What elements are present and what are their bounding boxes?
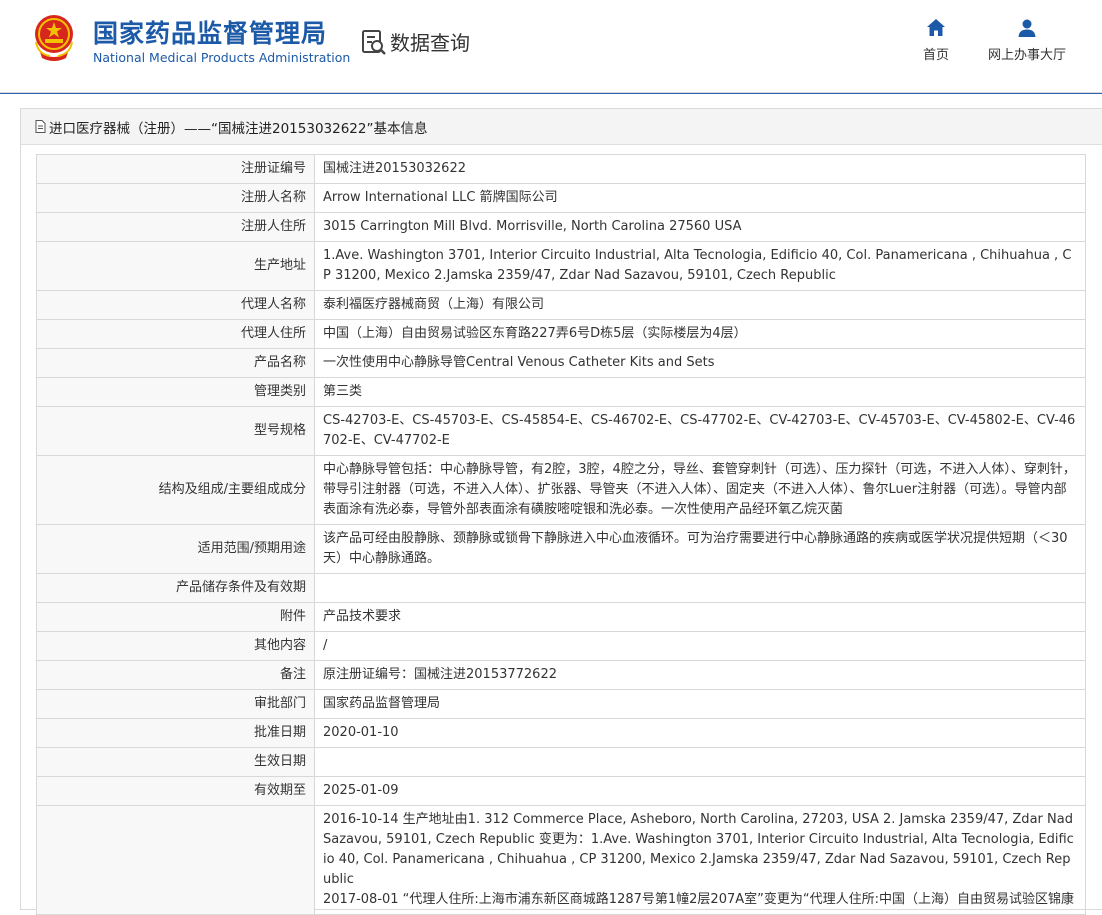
field-label: 批准日期 (36, 718, 315, 748)
home-icon (927, 19, 945, 36)
table-row: 注册证编号 国械注进20153032622 (36, 154, 1086, 184)
table-row: 审批部门 国家药品监督管理局 (36, 689, 1086, 719)
table-row: 附件 产品技术要求 (36, 602, 1086, 632)
table-row: 注册人住所 3015 Carrington Mill Blvd. Morrisvi… (36, 212, 1086, 242)
field-value: CS-42703-E、CS-45703-E、CS-45854-E、CS-4670… (314, 406, 1086, 456)
field-value: Arrow International LLC 箭牌国际公司 (314, 183, 1086, 213)
table-row: 代理人住所 中国（上海）自由贸易试验区东育路227弄6号D栋5层（实际楼层为4层） (36, 319, 1086, 349)
field-label: 结构及组成/主要组成成分 (36, 455, 315, 525)
field-label: 管理类别 (36, 377, 315, 407)
table-row: 注册人名称 Arrow International LLC 箭牌国际公司 (36, 183, 1086, 213)
field-label (36, 805, 315, 915)
field-label: 有效期至 (36, 776, 315, 806)
field-value (314, 747, 1086, 777)
field-value: 中国（上海）自由贸易试验区东育路227弄6号D栋5层（实际楼层为4层） (314, 319, 1086, 349)
field-label: 生效日期 (36, 747, 315, 777)
field-label: 审批部门 (36, 689, 315, 719)
table-row: 产品储存条件及有效期 (36, 573, 1086, 603)
panel-header: 进口医疗器械（注册）——“国械注进20153032622”基本信息 (21, 109, 1102, 145)
field-value: 2016-10-14 生产地址由1. 312 Commerce Place, A… (314, 805, 1086, 915)
field-label: 其他内容 (36, 631, 315, 661)
field-label: 注册人名称 (36, 183, 315, 213)
table-row: 型号规格 CS-42703-E、CS-45703-E、CS-45854-E、CS-… (36, 406, 1086, 456)
nav-online-hall-link[interactable]: 网上办事大厅 (985, 18, 1069, 63)
data-query-title: 数据查询 (390, 31, 470, 55)
table-row: 生效日期 (36, 747, 1086, 777)
table-row: 2016-10-14 生产地址由1. 312 Commerce Place, A… (36, 805, 1086, 915)
field-value: / (314, 631, 1086, 661)
field-label: 产品储存条件及有效期 (36, 573, 315, 603)
field-label: 备注 (36, 660, 315, 690)
field-value: 产品技术要求 (314, 602, 1086, 632)
nav-home-link[interactable]: 首页 (922, 18, 950, 63)
document-icon (35, 120, 46, 133)
field-value: 2020-01-10 (314, 718, 1086, 748)
field-label: 附件 (36, 602, 315, 632)
field-value: 国械注进20153032622 (314, 154, 1086, 184)
field-value: 原注册证编号：国械注进20153772622 (314, 660, 1086, 690)
field-value: 中心静脉导管包括：中心静脉导管，有2腔，3腔，4腔之分，导丝、套管穿刺针（可选）… (314, 455, 1086, 525)
field-value: 第三类 (314, 377, 1086, 407)
field-value: 3015 Carrington Mill Blvd. Morrisville, … (314, 212, 1086, 242)
field-value: 该产品可经由股静脉、颈静脉或锁骨下静脉进入中心血液循环。可为治疗需要进行中心静脉… (314, 524, 1086, 574)
field-label: 生产地址 (36, 241, 315, 291)
field-value: 泰利福医疗器械商贸（上海）有限公司 (314, 290, 1086, 320)
field-label: 型号规格 (36, 406, 315, 456)
site-title[interactable]: 国家药品监督管理局 (93, 14, 327, 50)
field-label: 代理人名称 (36, 290, 315, 320)
device-info-table: 注册证编号 国械注进20153032622 注册人名称 Arrow Internati… (36, 154, 1086, 915)
field-label: 注册人住所 (36, 212, 315, 242)
table-row: 代理人名称 泰利福医疗器械商贸（上海）有限公司 (36, 290, 1086, 320)
table-row: 结构及组成/主要组成成分 中心静脉导管包括：中心静脉导管，有2腔，3腔，4腔之分，… (36, 455, 1086, 525)
field-value: 一次性使用中心静脉导管Central Venous Catheter Kits … (314, 348, 1086, 378)
table-row: 产品名称 一次性使用中心静脉导管Central Venous Catheter K… (36, 348, 1086, 378)
field-value: 国家药品监督管理局 (314, 689, 1086, 719)
panel-title: 进口医疗器械（注册）——“国械注进20153032622”基本信息 (49, 120, 428, 137)
field-label: 产品名称 (36, 348, 315, 378)
site-header: 国家药品监督管理局 National Medical Products Admi… (0, 0, 1102, 93)
site-subtitle: National Medical Products Administration (93, 50, 351, 65)
nav-online-hall-label: 网上办事大厅 (987, 48, 1066, 63)
table-row: 生产地址 1.Ave. Washington 3701, Interior Cir… (36, 241, 1086, 291)
field-value: 1.Ave. Washington 3701, Interior Circuit… (314, 241, 1086, 291)
table-row: 其他内容 / (36, 631, 1086, 661)
field-label: 代理人住所 (36, 319, 315, 349)
table-row: 批准日期 2020-01-10 (36, 718, 1086, 748)
national-emblem-icon[interactable] (30, 12, 78, 64)
table-row: 适用范围/预期用途 该产品可经由股静脉、颈静脉或锁骨下静脉进入中心血液循环。可为治… (36, 524, 1086, 574)
table-row: 备注 原注册证编号：国械注进20153772622 (36, 660, 1086, 690)
nav-home-label: 首页 (922, 48, 949, 63)
user-icon (1018, 19, 1036, 37)
field-value (314, 573, 1086, 603)
header-divider (0, 93, 1102, 94)
field-label: 适用范围/预期用途 (36, 524, 315, 574)
table-row: 有效期至 2025-01-09 (36, 776, 1086, 806)
field-label: 注册证编号 (36, 154, 315, 184)
field-value: 2025-01-09 (314, 776, 1086, 806)
data-query-icon (362, 30, 386, 55)
table-row: 管理类别 第三类 (36, 377, 1086, 407)
detail-panel: 进口医疗器械（注册）——“国械注进20153032622”基本信息 注册证编号国… (20, 108, 1102, 915)
